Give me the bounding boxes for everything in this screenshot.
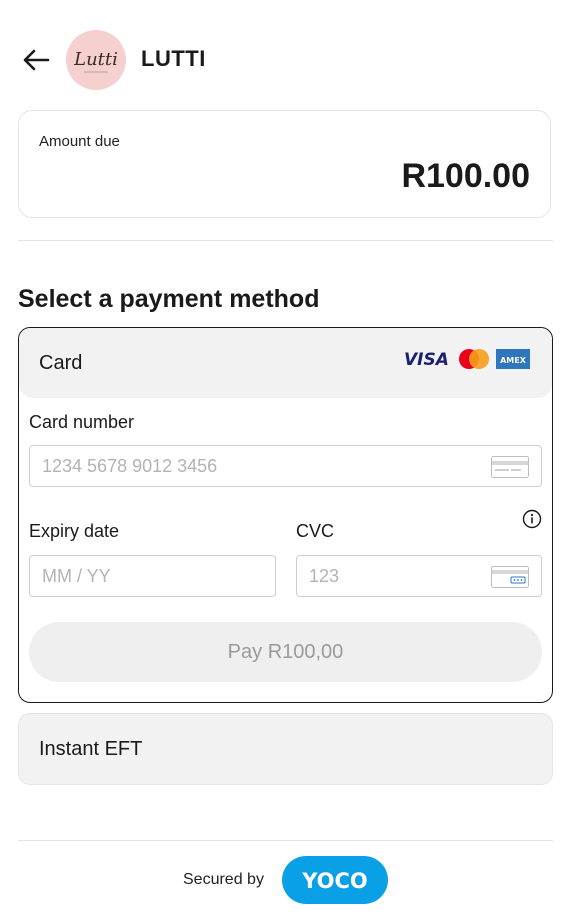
credit-card-icon [491,456,529,478]
instant-eft-label: Instant EFT [39,738,143,760]
divider [18,240,553,241]
footer-divider [18,840,553,841]
amex-logo-icon: AMEX [496,349,530,369]
visa-logo-text: VISA [404,350,449,369]
header: Lutti LUTTI [0,0,577,110]
card-brands: VISA AMEX [404,349,530,369]
card-payment-panel: Card VISA AMEX Card number Expiry date C… [18,327,553,703]
amount-due-value: R100.00 [401,157,530,195]
cvc-card-icon [491,566,529,588]
amount-due-card: Amount due R100.00 [18,110,551,218]
section-title: Select a payment method [18,285,320,313]
secured-by-label: Secured by [183,871,264,888]
expiry-input[interactable] [30,556,275,596]
cvc-label: CVC [296,521,335,541]
card-number-input[interactable] [30,446,541,486]
cvc-field [296,555,542,597]
merchant-logo: Lutti [66,30,126,90]
card-method-header[interactable]: Card VISA AMEX [19,328,552,398]
visa-logo-icon: VISA [404,350,449,369]
info-icon[interactable] [522,509,542,529]
pay-button[interactable]: Pay R100,00 [29,622,542,682]
arrow-left-icon[interactable] [20,44,52,76]
merchant-name: LUTTI [141,46,206,71]
yoco-logo-text: YOCO [301,869,368,893]
logo-text: Lutti [73,49,118,70]
expiry-label: Expiry date [29,521,120,541]
mastercard-logo-icon [459,349,489,369]
expiry-field [29,555,276,597]
amex-logo-text: AMEX [500,356,527,365]
card-number-label: Card number [29,412,135,432]
card-number-field [29,445,542,487]
instant-eft-option[interactable]: Instant EFT [18,713,553,785]
yoco-logo: YOCO [282,856,388,904]
amount-due-label: Amount due [39,133,120,150]
card-method-label: Card [39,352,83,374]
